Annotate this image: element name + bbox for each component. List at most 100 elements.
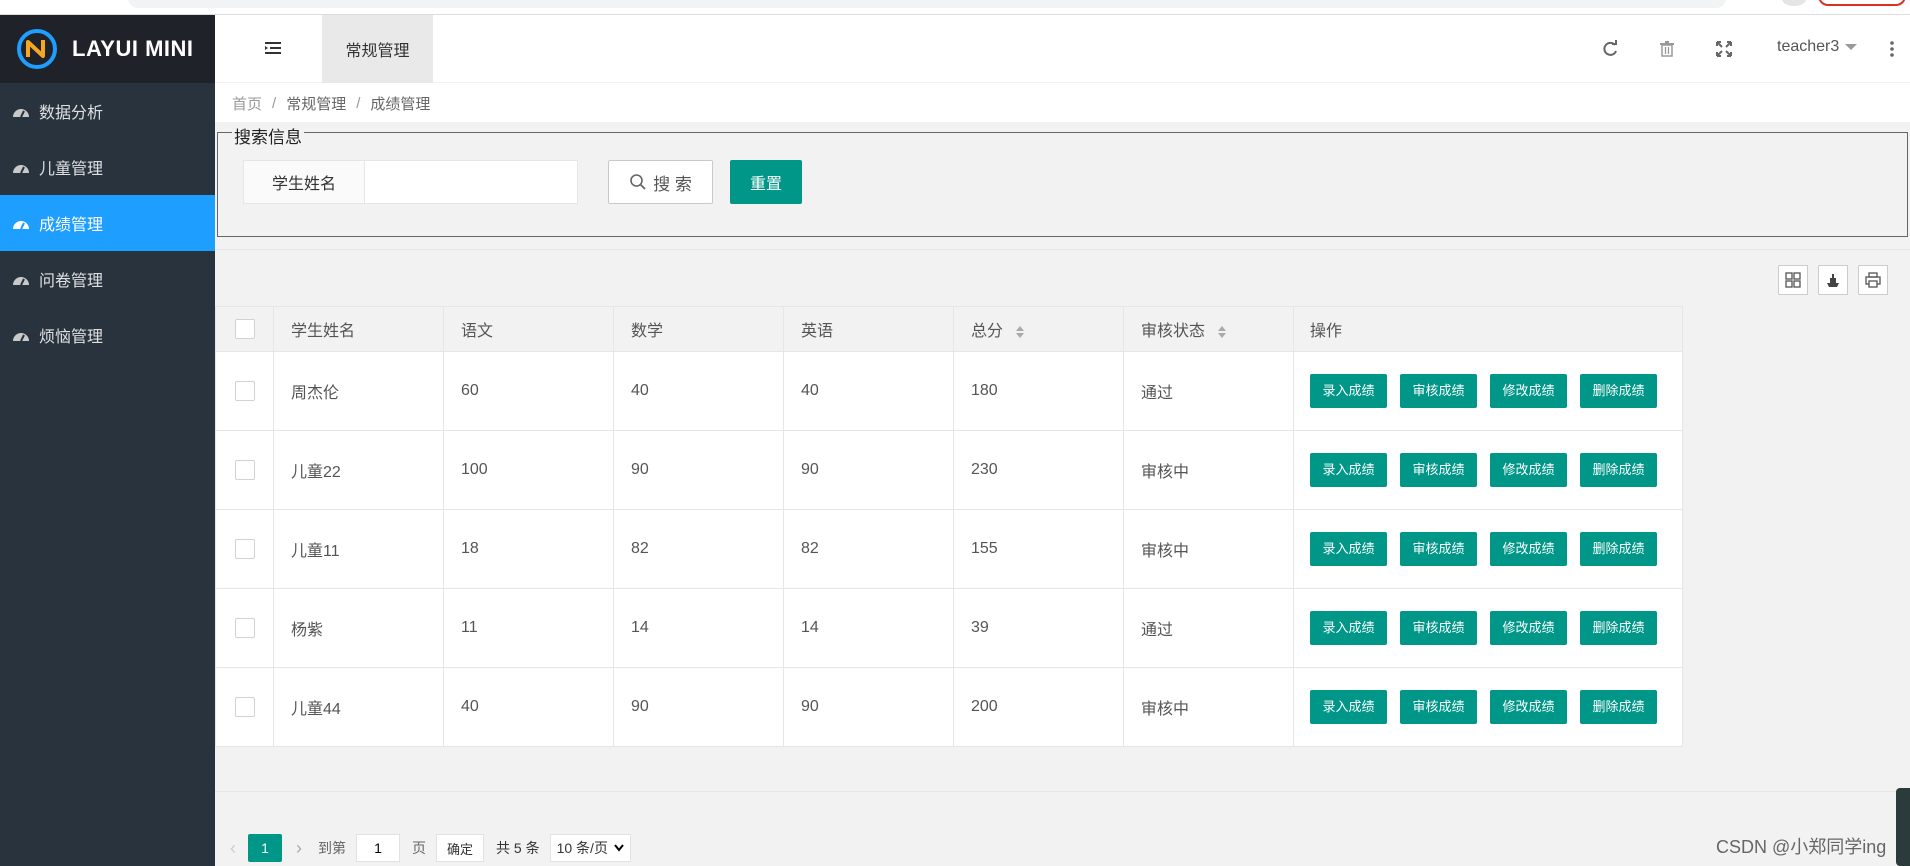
cell-math-score: 40: [613, 351, 784, 431]
delete-score-button[interactable]: 删除成绩: [1580, 532, 1657, 566]
column-filter-button[interactable]: [1778, 265, 1808, 295]
reset-button[interactable]: 重置: [730, 160, 802, 204]
search-legend: 搜索信息: [232, 123, 304, 148]
prev-page-icon[interactable]: ‹: [230, 838, 236, 859]
column-header-actions: 操作: [1293, 306, 1683, 352]
page-size-value: 10 条/页: [556, 840, 608, 856]
header: 常规管理 teacher3: [215, 15, 1910, 83]
search-icon: [630, 174, 646, 190]
review-score-button[interactable]: 审核成绩: [1400, 690, 1477, 724]
user-menu[interactable]: teacher3: [1777, 38, 1858, 56]
print-button[interactable]: [1858, 265, 1888, 295]
cell-student-name: 儿童11: [273, 509, 444, 589]
breadcrumb-home[interactable]: 首页: [232, 93, 262, 114]
dashboard-icon: [13, 165, 29, 174]
enter-score-button[interactable]: 录入成绩: [1310, 690, 1387, 724]
row-checkbox[interactable]: [234, 697, 255, 717]
sort-icon[interactable]: [1217, 325, 1227, 339]
row-checkbox[interactable]: [234, 618, 255, 638]
row-checkbox[interactable]: [234, 539, 255, 559]
refresh-icon[interactable]: [1600, 39, 1620, 59]
sidebar-item-worries[interactable]: 烦恼管理: [0, 307, 215, 363]
edit-score-button[interactable]: 修改成绩: [1490, 532, 1567, 566]
page-number-current[interactable]: 1: [248, 834, 282, 862]
edit-score-button[interactable]: 修改成绩: [1490, 374, 1567, 408]
cell-total-score: 39: [953, 588, 1124, 668]
cell-chinese-score: 18: [443, 509, 614, 589]
breadcrumb-regular[interactable]: 常规管理: [286, 93, 346, 114]
edit-score-button[interactable]: 修改成绩: [1490, 453, 1567, 487]
delete-score-button[interactable]: 删除成绩: [1580, 690, 1657, 724]
review-score-button[interactable]: 审核成绩: [1400, 611, 1477, 645]
column-header-math: 数学: [613, 306, 784, 352]
review-score-button[interactable]: 审核成绩: [1400, 374, 1477, 408]
export-button[interactable]: [1818, 265, 1848, 295]
delete-score-button[interactable]: 删除成绩: [1580, 374, 1657, 408]
cell-total-score: 230: [953, 430, 1124, 510]
export-icon: [1827, 274, 1839, 287]
search-button-label: 搜 索: [653, 174, 692, 194]
cell-review-status: 通过: [1123, 351, 1294, 431]
chevron-down-icon: [614, 844, 624, 852]
sidebar-item-children[interactable]: 儿童管理: [0, 139, 215, 195]
column-header-total-label: 总分: [971, 323, 1004, 340]
search-button[interactable]: 搜 索: [608, 160, 713, 204]
table-header-row: 学生姓名 语文 数学 英语 总分 审核状态 操作: [215, 306, 1683, 352]
row-actions: 录入成绩 审核成绩 修改成绩 删除成绩: [1293, 351, 1683, 431]
sidebar-item-label: 问卷管理: [39, 273, 104, 290]
dashboard-icon: [13, 333, 29, 342]
cell-review-status: 审核中: [1123, 509, 1294, 589]
row-actions: 录入成绩 审核成绩 修改成绩 删除成绩: [1293, 667, 1683, 747]
row-select-cell: [215, 430, 274, 510]
column-header-status[interactable]: 审核状态: [1123, 306, 1294, 352]
tab-regular-management[interactable]: 常规管理: [322, 15, 433, 83]
column-header-chinese: 语文: [443, 306, 614, 352]
fullscreen-icon[interactable]: [1714, 39, 1734, 59]
logo[interactable]: LAYUI MINI: [0, 15, 215, 83]
cell-english-score: 82: [783, 509, 954, 589]
cell-math-score: 90: [613, 430, 784, 510]
browser-action-pill[interactable]: [1818, 0, 1906, 6]
sidebar-item-scores[interactable]: 成绩管理: [0, 195, 215, 251]
more-icon[interactable]: [1882, 39, 1902, 59]
clear-cache-icon[interactable]: [1657, 39, 1677, 59]
enter-score-button[interactable]: 录入成绩: [1310, 532, 1387, 566]
enter-score-button[interactable]: 录入成绩: [1310, 453, 1387, 487]
sort-icon[interactable]: [1015, 325, 1025, 339]
row-checkbox[interactable]: [234, 460, 255, 480]
review-score-button[interactable]: 审核成绩: [1400, 453, 1477, 487]
review-score-button[interactable]: 审核成绩: [1400, 532, 1477, 566]
column-header-total[interactable]: 总分: [953, 306, 1124, 352]
edit-score-button[interactable]: 修改成绩: [1490, 611, 1567, 645]
user-name: teacher3: [1777, 38, 1840, 55]
table-row: 儿童44 40 90 90 200 审核中 录入成绩 审核成绩 修改成绩 删除成绩: [215, 667, 1683, 747]
row-select-cell: [215, 667, 274, 747]
row-checkbox[interactable]: [234, 381, 255, 401]
app-title: LAYUI MINI: [72, 36, 194, 61]
cell-total-score: 155: [953, 509, 1124, 589]
sidebar-item-data-analysis[interactable]: 数据分析: [0, 83, 215, 139]
address-bar[interactable]: [128, 0, 1726, 8]
browser-address-strip: [0, 0, 1910, 15]
cell-math-score: 90: [613, 667, 784, 747]
edit-score-button[interactable]: 修改成绩: [1490, 690, 1567, 724]
select-all-checkbox[interactable]: [234, 319, 255, 339]
goto-page-input[interactable]: [356, 834, 400, 862]
logo-icon: [17, 29, 57, 69]
enter-score-button[interactable]: 录入成绩: [1310, 611, 1387, 645]
menu-toggle-icon[interactable]: [263, 39, 283, 57]
student-name-input[interactable]: [365, 160, 578, 204]
enter-score-button[interactable]: 录入成绩: [1310, 374, 1387, 408]
row-actions: 录入成绩 审核成绩 修改成绩 删除成绩: [1293, 588, 1683, 668]
delete-score-button[interactable]: 删除成绩: [1580, 611, 1657, 645]
scores-table: 学生姓名 语文 数学 英语 总分 审核状态 操作 周杰伦 60 40 40 180 通过录…: [215, 306, 1683, 747]
total-count: 共 5 条: [496, 840, 540, 856]
sidebar-item-questionnaire[interactable]: 问卷管理: [0, 251, 215, 307]
goto-confirm-button[interactable]: 确定: [436, 834, 485, 862]
next-page-icon[interactable]: ›: [296, 838, 302, 859]
page-size-select[interactable]: 10 条/页: [549, 834, 631, 862]
breadcrumb-separator: /: [272, 94, 277, 112]
floating-edge-widget[interactable]: [1896, 788, 1910, 866]
delete-score-button[interactable]: 删除成绩: [1580, 453, 1657, 487]
profile-avatar[interactable]: [1782, 0, 1806, 6]
